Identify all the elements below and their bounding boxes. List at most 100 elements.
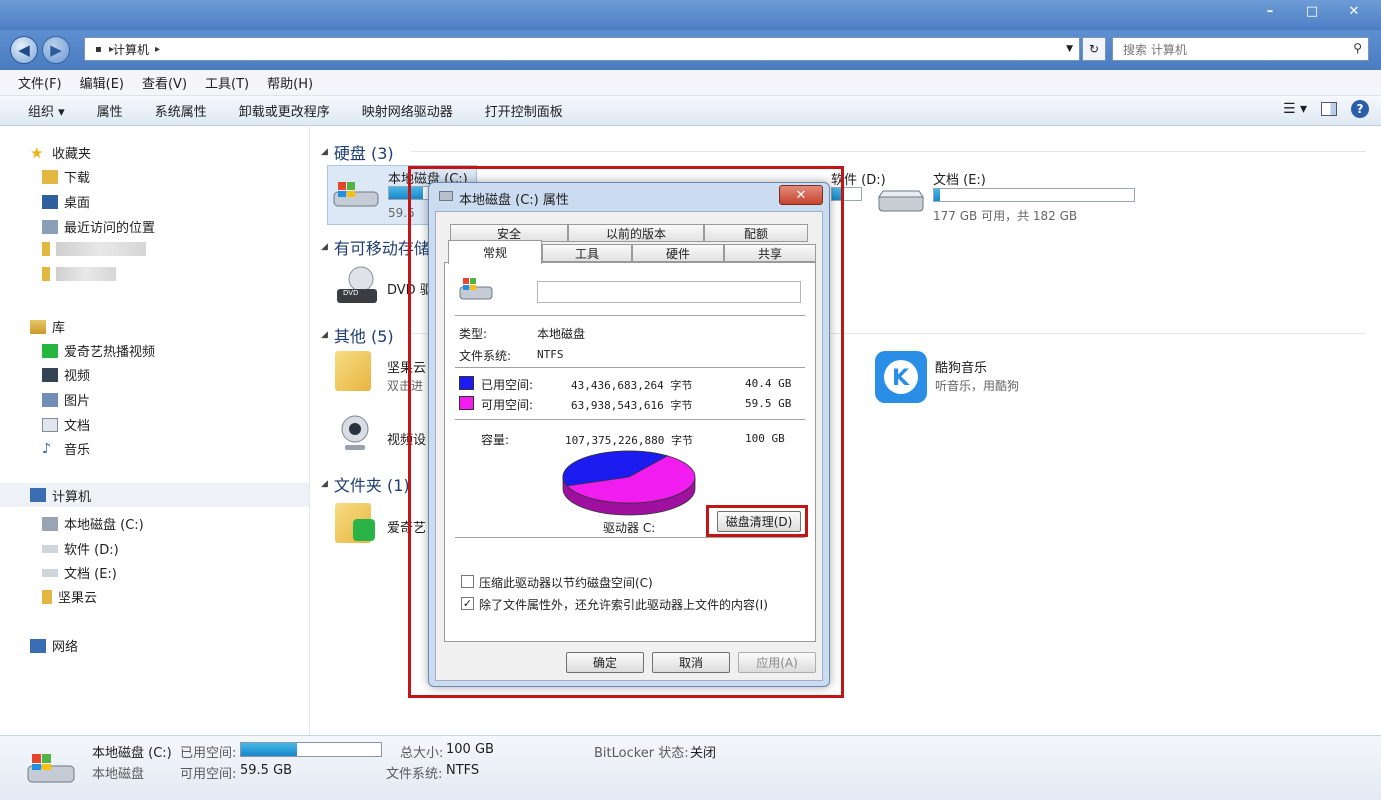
system-properties-button[interactable]: 系统属性 — [155, 101, 207, 120]
status-total-value: 100 GB — [446, 742, 494, 757]
sidebar-item-drive-c[interactable]: 本地磁盘 (C:) — [42, 514, 144, 533]
status-usage-fill — [241, 743, 297, 756]
group-folders[interactable]: ◢ 文件夹 (1) — [321, 472, 410, 496]
desktop-icon — [42, 194, 58, 209]
tab-general[interactable]: 常规 — [448, 240, 542, 264]
collapse-triangle-icon[interactable]: ◢ — [321, 242, 328, 252]
menu-file[interactable]: 文件(F) — [18, 73, 62, 92]
folder-icon — [42, 267, 50, 281]
sidebar-item-label: 下载 — [64, 171, 91, 186]
open-control-panel-button[interactable]: 打开控制面板 — [485, 101, 563, 120]
search-icon[interactable]: ⚲ — [1353, 41, 1362, 55]
status-free-label: 可用空间: — [180, 767, 237, 782]
sidebar-item-documents[interactable]: 文档 — [42, 415, 90, 434]
drive-e-tile[interactable]: 文档 (E:) 177 GB 可用，共 182 GB — [871, 165, 1151, 225]
sidebar-item-drive-d[interactable]: 软件 (D:) — [42, 539, 119, 558]
address-input[interactable]: ▪ ▸ 计算机 ▸ ▼ — [84, 37, 1080, 61]
status-bar: 本地磁盘 (C:) 本地磁盘 已用空间: 可用空间: 59.5 GB 总大小: … — [0, 735, 1381, 800]
svg-text:DVD: DVD — [343, 289, 358, 297]
system-drive-icon — [26, 752, 76, 786]
preview-pane-icon[interactable] — [1321, 102, 1337, 116]
status-total-label: 总大小: — [400, 746, 444, 761]
sidebar-item-blurred[interactable] — [42, 242, 146, 256]
sidebar-item-downloads[interactable]: 下载 — [42, 167, 90, 186]
music-icon: ♪ — [42, 440, 51, 457]
minimize-button[interactable]: – — [1249, 0, 1291, 22]
organize-button[interactable]: 组织 ▾ — [28, 101, 65, 120]
status-free-value: 59.5 GB — [240, 763, 293, 778]
sidebar-favorites[interactable]: ★ 收藏夹 — [30, 143, 91, 162]
sidebar-item-iqiyi[interactable]: 爱奇艺热播视频 — [42, 341, 155, 360]
sidebar-item-videos[interactable]: 视频 — [42, 365, 90, 384]
sidebar-network-label: 网络 — [52, 640, 79, 655]
computer-small-icon: ▪ — [95, 43, 102, 55]
address-dropdown-icon[interactable]: ▼ — [1066, 44, 1073, 54]
map-network-drive-button[interactable]: 映射网络驱动器 — [362, 101, 453, 120]
properties-button[interactable]: 属性 — [97, 101, 123, 120]
maximize-button[interactable]: □ — [1291, 0, 1333, 22]
group-hard-disks[interactable]: ◢ 硬盘 (3) — [321, 140, 394, 164]
address-bar-area: ◀ ▶ ▪ ▸ 计算机 ▸ ▼ ↻ 搜索 计算机 ⚲ — [0, 30, 1381, 70]
menu-edit[interactable]: 编辑(E) — [80, 73, 124, 92]
folder-icon — [42, 589, 52, 604]
view-options-icon[interactable]: ☰ ▾ — [1283, 101, 1307, 117]
status-drive-name: 本地磁盘 (C:) — [92, 746, 172, 761]
sidebar-item-drive-e[interactable]: 文档 (E:) — [42, 563, 117, 582]
star-icon: ★ — [30, 143, 44, 162]
search-input[interactable]: 搜索 计算机 ⚲ — [1112, 37, 1369, 61]
menu-tools[interactable]: 工具(T) — [205, 73, 249, 92]
menu-help[interactable]: 帮助(H) — [267, 73, 313, 92]
close-button[interactable]: ✕ — [1333, 0, 1375, 22]
status-fs-value: NTFS — [446, 763, 480, 778]
collapse-triangle-icon[interactable]: ◢ — [321, 479, 328, 489]
kugou-icon: K — [875, 351, 927, 403]
sidebar-item-label: 视频 — [64, 369, 91, 384]
forward-button[interactable]: ▶ — [42, 36, 70, 64]
drive-icon — [42, 544, 58, 553]
breadcrumb-separator-icon[interactable]: ▸ — [109, 44, 114, 55]
group-folders-label: 文件夹 (1) — [333, 476, 410, 495]
sidebar-item-desktop[interactable]: 桌面 — [42, 192, 90, 211]
breadcrumb-computer[interactable]: 计算机 — [113, 41, 149, 58]
breadcrumb-separator-icon[interactable]: ▸ — [155, 44, 160, 55]
kugou-tile[interactable]: K 酷狗音乐 听音乐，用酷狗 — [875, 349, 1075, 405]
sidebar-item-blurred[interactable] — [42, 267, 116, 281]
sidebar-libraries-label: 库 — [52, 321, 66, 336]
sidebar-computer-label: 计算机 — [52, 489, 92, 505]
collapse-triangle-icon[interactable]: ◢ — [321, 330, 328, 340]
sidebar-item-pictures[interactable]: 图片 — [42, 390, 90, 409]
uninstall-program-button[interactable]: 卸载或更改程序 — [239, 101, 330, 120]
sidebar-computer[interactable]: 计算机 — [0, 483, 309, 507]
highlight-cleanup-box — [706, 505, 808, 537]
webcam-icon — [337, 413, 373, 453]
refresh-button[interactable]: ↻ — [1082, 37, 1106, 61]
pictures-icon — [42, 392, 58, 407]
library-icon — [30, 319, 46, 334]
refresh-icon: ↻ — [1088, 42, 1100, 56]
sidebar-network[interactable]: 网络 — [30, 636, 78, 655]
svg-text:K: K — [892, 366, 910, 391]
group-other[interactable]: ◢ 其他 (5) — [321, 323, 394, 347]
sidebar-item-jianguoyun[interactable]: 坚果云 — [42, 587, 97, 606]
status-bitlocker-label: BitLocker 状态: — [594, 746, 689, 761]
sidebar-item-recent[interactable]: 最近访问的位置 — [42, 217, 155, 236]
kugou-name: 酷狗音乐 — [935, 361, 988, 376]
status-used-label: 已用空间: — [180, 746, 237, 761]
collapse-triangle-icon[interactable]: ◢ — [321, 147, 328, 157]
drive-icon — [875, 187, 924, 217]
drive-e-usage-fill — [934, 189, 940, 201]
sidebar-item-label: 文档 — [64, 419, 91, 434]
sidebar-item-label: 软件 (D:) — [64, 543, 119, 558]
back-button[interactable]: ◀ — [10, 36, 38, 64]
sidebar-item-label: 坚果云 — [58, 591, 98, 606]
help-icon[interactable]: ? — [1351, 100, 1369, 118]
folder-icon — [335, 351, 371, 391]
sidebar-libraries[interactable]: 库 — [30, 317, 65, 336]
drive-e-free: 177 GB 可用，共 182 GB — [933, 209, 1078, 223]
sidebar-item-music[interactable]: ♪ 音乐 — [42, 439, 90, 459]
sidebar-item-label: 图片 — [64, 394, 91, 409]
kugou-sub: 听音乐，用酷狗 — [935, 379, 1020, 393]
menu-view[interactable]: 查看(V) — [142, 73, 187, 92]
status-bitlocker-value: 关闭 — [690, 746, 717, 761]
status-drive-type: 本地磁盘 — [92, 767, 145, 782]
